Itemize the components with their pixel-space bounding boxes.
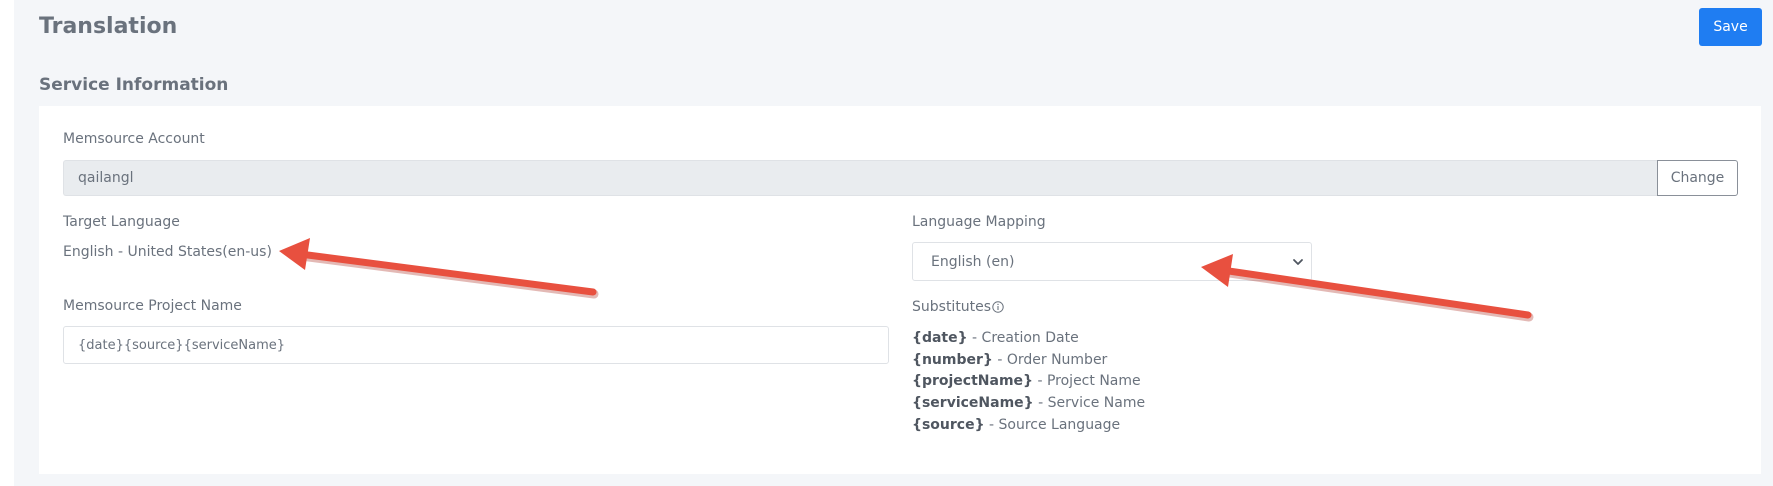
list-item: {source} - Source Language	[912, 416, 1121, 433]
target-language-value: English - United States(en-us)	[63, 244, 272, 260]
account-field[interactable]	[63, 160, 1657, 196]
substitutes-label: Substitutes	[912, 299, 992, 315]
list-item: {projectName} - Project Name	[912, 373, 1141, 390]
save-button[interactable]: Save	[1699, 8, 1762, 46]
substitutes-list: {date} - Creation Date {number} - Order …	[912, 328, 1145, 436]
list-item: {serviceName} - Service Name	[912, 395, 1146, 412]
project-name-label: Memsource Project Name	[63, 298, 242, 314]
target-language-label: Target Language	[63, 214, 180, 230]
section-title: Service Information	[39, 75, 229, 95]
account-label: Memsource Account	[63, 131, 205, 147]
change-account-button[interactable]: Change	[1657, 160, 1738, 196]
list-item: {number} - Order Number	[912, 351, 1108, 368]
page-title: Translation	[39, 14, 178, 39]
list-item: {date} - Creation Date	[912, 330, 1079, 346]
chevron-down-icon	[1293, 259, 1303, 265]
language-mapping-label: Language Mapping	[912, 214, 1046, 230]
language-mapping-select[interactable]: English (en)	[912, 242, 1312, 281]
language-mapping-selected: English (en)	[931, 254, 1015, 270]
project-name-input[interactable]	[63, 326, 889, 364]
info-icon[interactable]	[992, 301, 1004, 313]
